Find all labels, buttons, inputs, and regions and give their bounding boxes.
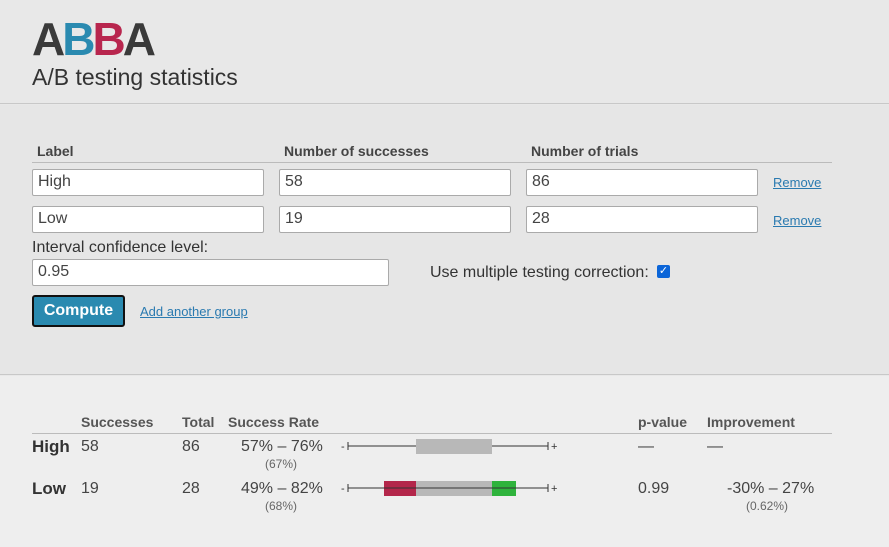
- group-2-label-input[interactable]: Low: [32, 206, 264, 233]
- row-1-plus-sign: +: [551, 441, 557, 453]
- confidence-level-input[interactable]: 0.95: [32, 259, 389, 286]
- row-2-improvement: -30% – 27%: [727, 480, 815, 497]
- row-2-rate-interval: 49% – 82%: [241, 480, 323, 497]
- input-form: Label Number of successes Number of tria…: [0, 105, 889, 375]
- group-1-trials-input[interactable]: 86: [526, 169, 758, 196]
- group-2-successes-input[interactable]: 19: [279, 206, 511, 233]
- row-1-successes: 58: [81, 438, 99, 455]
- group-1-successes-input[interactable]: 58: [279, 169, 511, 196]
- results-table: Successes Total Success Rate p-value Imp…: [0, 376, 889, 547]
- multiple-testing-checkbox[interactable]: ✓: [657, 265, 670, 278]
- group-1-label-input[interactable]: High: [32, 169, 264, 196]
- group-1-remove-link[interactable]: Remove: [773, 175, 821, 190]
- row-1-rate-point: (67%): [265, 457, 298, 471]
- row-2-label: Low: [32, 479, 66, 498]
- row-2-improvement-point: (0.62%): [746, 499, 789, 513]
- improvement-header: Improvement: [707, 414, 795, 430]
- row-1-p-value: —: [638, 438, 654, 455]
- abba-logo: ABBA: [32, 13, 156, 65]
- header-divider: [32, 162, 832, 163]
- logo-letter-b2: B: [92, 13, 125, 65]
- trials-column-header: Number of trials: [531, 143, 639, 159]
- successes-header: Successes: [81, 414, 154, 430]
- row-1-interval-bar: - +: [341, 439, 557, 454]
- confidence-level-label: Interval confidence level:: [32, 239, 209, 256]
- total-header: Total: [182, 414, 215, 430]
- row-1-interval-rect: [416, 439, 492, 454]
- row-1-rate-interval: 57% – 76%: [241, 438, 323, 455]
- row-2-plus-sign: +: [551, 483, 557, 495]
- label-column-header: Label: [37, 143, 74, 159]
- success-rate-header: Success Rate: [228, 414, 320, 430]
- row-2-interval-bar: - +: [341, 481, 557, 496]
- row-1-label: High: [32, 437, 70, 456]
- row-1-improvement: —: [707, 438, 723, 455]
- row-2-successes: 19: [81, 480, 99, 497]
- logo-letter-a1: A: [32, 13, 65, 65]
- results-divider: [32, 433, 832, 434]
- page-subtitle: A/B testing statistics: [32, 64, 238, 90]
- group-2-remove-link[interactable]: Remove: [773, 213, 821, 228]
- multiple-testing-label: Use multiple testing correction:: [430, 264, 649, 281]
- row-1-minus-sign: -: [341, 441, 345, 453]
- group-2-trials-input[interactable]: 28: [526, 206, 758, 233]
- row-2-total: 28: [182, 480, 200, 497]
- row-2-rate-point: (68%): [265, 499, 298, 513]
- p-value-header: p-value: [638, 414, 688, 430]
- compute-button[interactable]: Compute: [32, 295, 125, 327]
- row-1-total: 86: [182, 438, 200, 455]
- row-2-p-value: 0.99: [638, 480, 670, 497]
- header: ABBA A/B testing statistics: [0, 0, 889, 104]
- logo-letter-a2: A: [122, 13, 156, 65]
- add-group-link[interactable]: Add another group: [140, 304, 248, 319]
- logo-letter-b1: B: [62, 13, 95, 65]
- successes-column-header: Number of successes: [284, 143, 429, 159]
- row-2-minus-sign: -: [341, 483, 345, 495]
